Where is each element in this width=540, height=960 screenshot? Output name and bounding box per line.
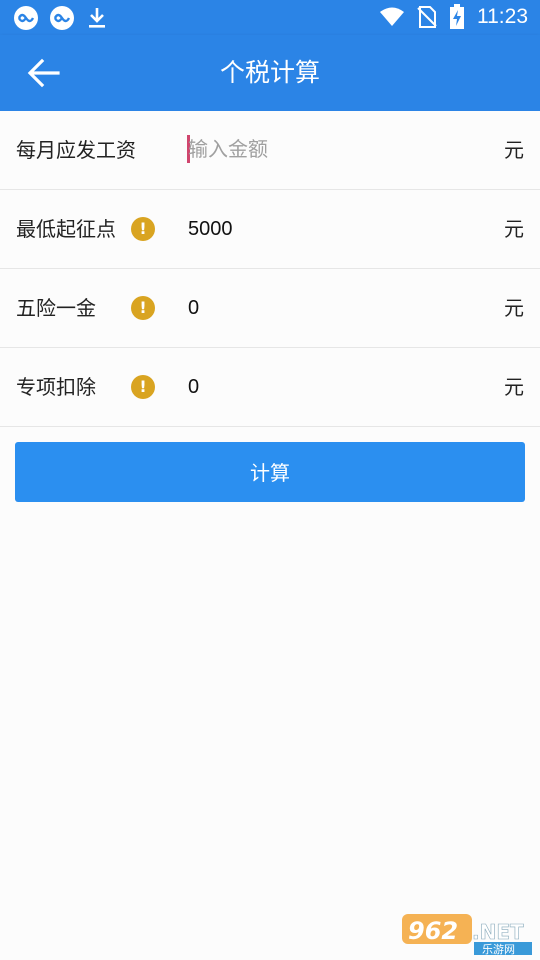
status-bar-left: [14, 6, 108, 30]
info-icon[interactable]: !: [131, 375, 155, 399]
form-row-special-deduction: 专项扣除 ! 元: [0, 348, 540, 427]
app-notification-icon: [50, 6, 74, 30]
no-sim-icon: [417, 6, 437, 28]
info-icon[interactable]: !: [131, 296, 155, 320]
row-label: 最低起征点: [16, 217, 116, 241]
form-row-threshold: 最低起征点 ! 元: [0, 190, 540, 269]
status-bar: 11:23: [0, 0, 540, 35]
form-row-monthly-salary: 每月应发工资 元: [0, 111, 540, 190]
svg-text:.NET: .NET: [472, 920, 524, 944]
unit-label: 元: [504, 375, 524, 399]
info-icon[interactable]: !: [131, 217, 155, 241]
unit-label: 元: [504, 296, 524, 320]
unit-label: 元: [504, 217, 524, 241]
calculate-button[interactable]: 计算: [15, 442, 525, 502]
form-row-social-insurance: 五险一金 ! 元: [0, 269, 540, 348]
app-notification-icon: [14, 6, 38, 30]
tax-form: 每月应发工资 元 最低起征点 ! 元 五险一金 ! 元 专项扣除 ! 元: [0, 111, 540, 427]
status-time: 11:23: [477, 5, 528, 28]
watermark-logo: 962 .NET 乐游网: [402, 914, 532, 956]
salary-input[interactable]: [188, 129, 468, 171]
page-title: 个税计算: [219, 58, 320, 87]
svg-text:乐游网: 乐游网: [482, 943, 515, 956]
app-bar: 个税计算: [0, 35, 540, 111]
svg-text:962: 962: [408, 917, 458, 945]
arrow-left-icon: [27, 58, 60, 88]
row-label: 每月应发工资: [16, 138, 136, 162]
special-deduction-input[interactable]: [188, 366, 468, 408]
status-bar-right: 11:23: [379, 4, 528, 30]
wifi-icon: [380, 7, 404, 26]
back-button[interactable]: [22, 53, 66, 93]
row-label: 专项扣除: [16, 375, 96, 399]
social-insurance-input[interactable]: [188, 287, 468, 329]
battery-charging-icon: [450, 4, 464, 29]
row-label: 五险一金: [16, 296, 96, 320]
unit-label: 元: [504, 138, 524, 162]
download-icon: [89, 8, 105, 28]
threshold-input[interactable]: [188, 208, 468, 250]
